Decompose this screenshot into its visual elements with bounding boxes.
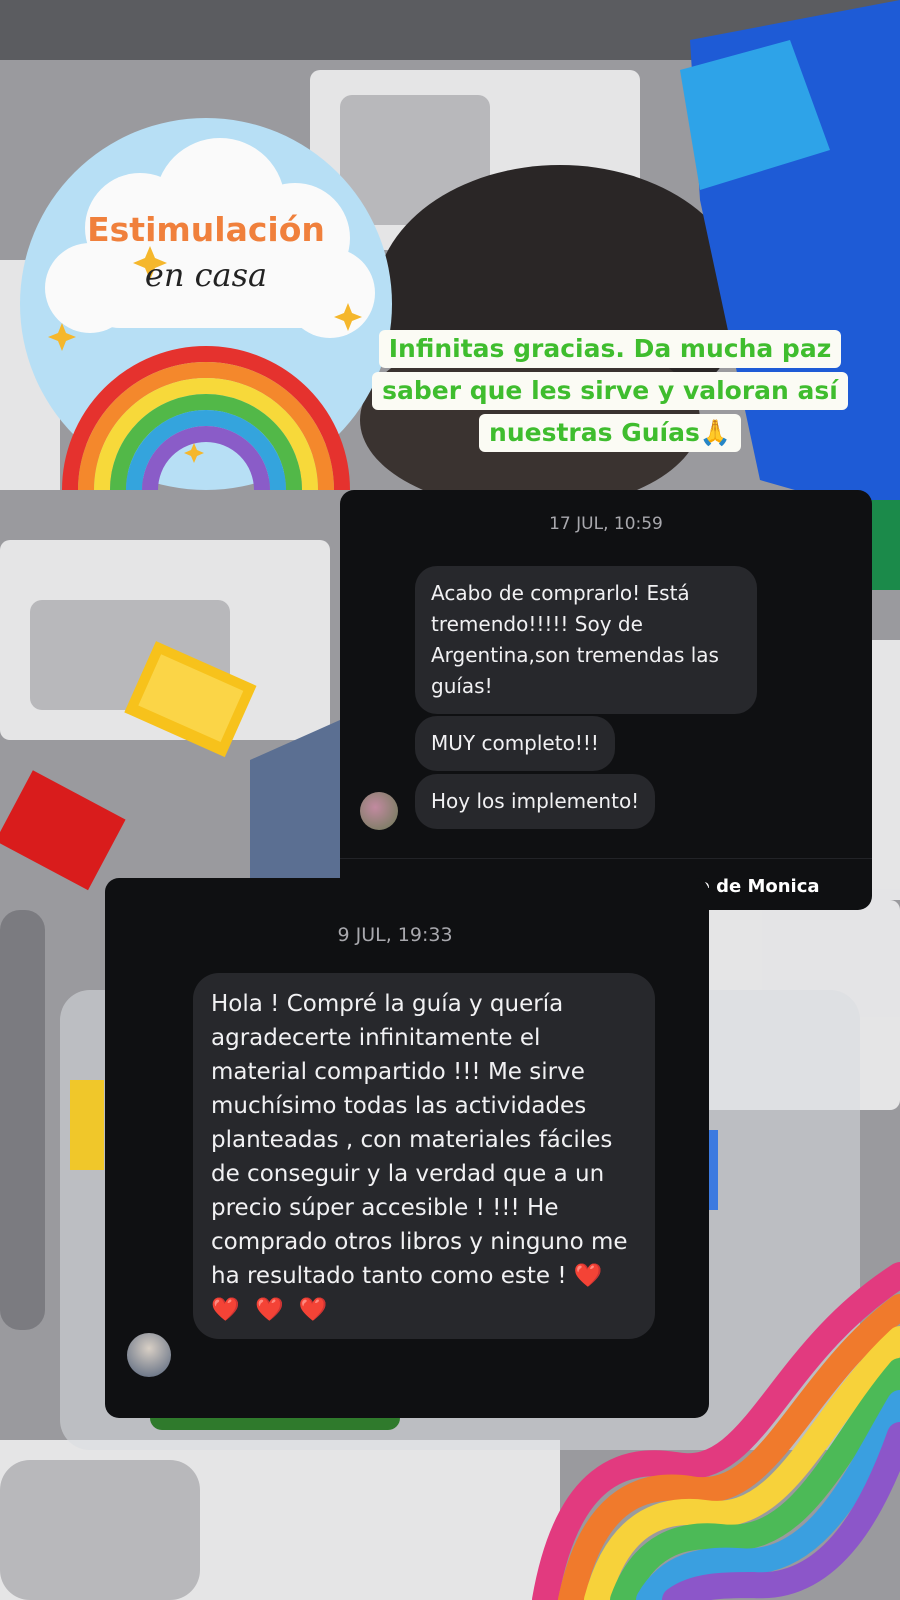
caption-line-1: Infinitas gracias. Da mucha paz: [378, 330, 842, 368]
avatar: [127, 1333, 171, 1377]
message-timestamp: 17 JUL, 10:59: [549, 514, 663, 534]
message-bubble: MUY completo!!!: [415, 716, 615, 771]
sticker-title: Estimulación: [87, 210, 325, 249]
message-bubble: Hoy los implemento!: [415, 774, 656, 829]
message-timestamp: 9 JUL, 19:33: [337, 924, 453, 946]
avatar: [360, 792, 398, 830]
dm-screenshot-1: 17 JUL, 10:59 Acabo de comprarlo! Está t…: [340, 490, 872, 910]
divider: [340, 858, 872, 859]
sticker-subtitle: en casa: [144, 256, 268, 294]
caption-line-2: saber que les sirve y valoran así: [372, 372, 848, 410]
rainbow-wave-sticker: [532, 1262, 900, 1600]
rainbow-logo-icon: [20, 118, 392, 491]
message-bubble: Acabo de comprarlo! Está tremendo!!!!! S…: [415, 566, 757, 714]
caption-line-3: nuestras Guías🙏: [479, 414, 741, 452]
estimulacion-en-casa-sticker: Estimulación en casa: [20, 118, 392, 491]
story-caption: Infinitas gracias. Da mucha paz saber qu…: [345, 330, 875, 456]
